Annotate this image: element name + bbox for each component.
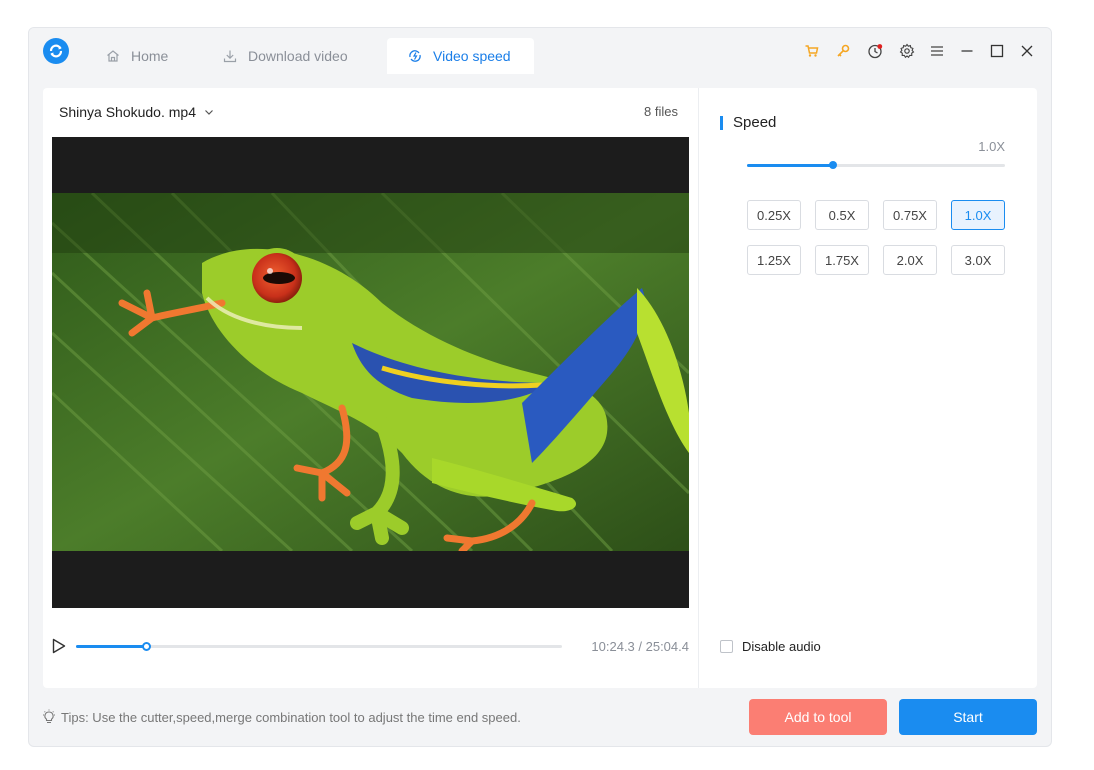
file-count: 8 files [644,104,678,119]
app-window: Home Download video Video speed Shinya S… [28,27,1052,747]
play-icon [52,638,66,654]
tab-download-video[interactable]: Download video [202,38,368,74]
seek-progress [76,645,146,648]
close-icon [1021,45,1033,57]
key-icon [837,44,850,57]
settings-button[interactable] [896,40,918,62]
tab-download-label: Download video [248,48,348,64]
speed-slider[interactable] [747,161,1005,169]
add-to-tool-button[interactable]: Add to tool [749,699,887,735]
file-dropdown[interactable]: Shinya Shokudo. mp4 [59,104,214,120]
disable-audio-label: Disable audio [742,639,821,654]
time-display: 10:24.3 / 25:04.4 [591,639,689,654]
disable-audio-toggle[interactable]: Disable audio [720,639,821,654]
speed-title: Speed [720,115,776,130]
start-button[interactable]: Start [899,699,1037,735]
minimize-button[interactable] [956,40,978,62]
cart-icon [805,45,819,57]
video-frame-image [52,193,689,551]
app-logo-icon [49,44,63,58]
tab-home-label: Home [131,48,169,64]
maximize-icon [990,44,1004,58]
speed-value: 1.0X [978,139,1005,154]
tab-speed-label: Video speed [433,48,511,64]
disable-audio-checkbox[interactable] [720,640,733,653]
speed-option-button[interactable]: 2.0X [883,245,937,275]
download-icon [222,48,238,64]
speed-option-button[interactable]: 0.25X [747,200,801,230]
cart-button[interactable] [801,40,823,62]
speed-slider-handle[interactable] [828,161,837,169]
speed-option-button[interactable]: 0.75X [883,200,937,230]
tips-text: Tips: Use the cutter,speed,merge combina… [61,709,521,725]
app-logo [43,38,69,64]
speed-option-button[interactable]: 3.0X [951,245,1005,275]
menu-button[interactable] [926,40,948,62]
video-player[interactable] [52,137,689,608]
license-key-button[interactable] [832,40,854,62]
maximize-button[interactable] [986,40,1008,62]
seek-handle[interactable] [141,642,151,651]
lightbulb-icon [41,709,57,725]
tab-video-speed[interactable]: Video speed [387,38,534,74]
playback-controls: 10:24.3 / 25:04.4 [52,636,689,656]
speed-option-button[interactable]: 1.75X [815,245,869,275]
speed-options: 0.25X 0.5X 0.75X 1.0X 1.25X 1.75X 2.0X 3.0X [747,200,1007,275]
tips: Tips: Use the cutter,speed,merge combina… [41,709,521,725]
file-name: Shinya Shokudo. mp4 [59,104,196,120]
speed-panel: Speed 1.0X 0.25X 0.5X 0.75X 1.0X 1.25X 1.75X 2… [700,88,1037,688]
speed-option-button[interactable]: 0.5X [815,200,869,230]
preview-panel: Shinya Shokudo. mp4 8 files 10:24.3 / 25… [43,88,699,688]
video-frame [52,193,689,551]
speed-option-button[interactable]: 1.0X [951,200,1005,230]
gear-icon [899,43,915,59]
menu-icon [931,46,943,56]
speed-icon [407,48,423,64]
home-icon [105,48,121,64]
speed-option-button[interactable]: 1.25X [747,245,801,275]
close-button[interactable] [1016,40,1038,62]
history-button[interactable] [864,40,886,62]
speed-slider-fill [747,164,833,167]
play-button[interactable] [52,638,66,654]
footer: Tips: Use the cutter,speed,merge combina… [29,688,1051,746]
clock-icon [868,44,883,59]
minimize-icon [961,50,973,52]
tab-home[interactable]: Home [85,38,188,74]
seek-bar[interactable] [76,642,562,651]
title-bar: Home Download video Video speed [29,28,1051,74]
chevron-down-icon [204,107,214,117]
main-panel: Shinya Shokudo. mp4 8 files 10:24.3 / 25… [43,88,1037,688]
